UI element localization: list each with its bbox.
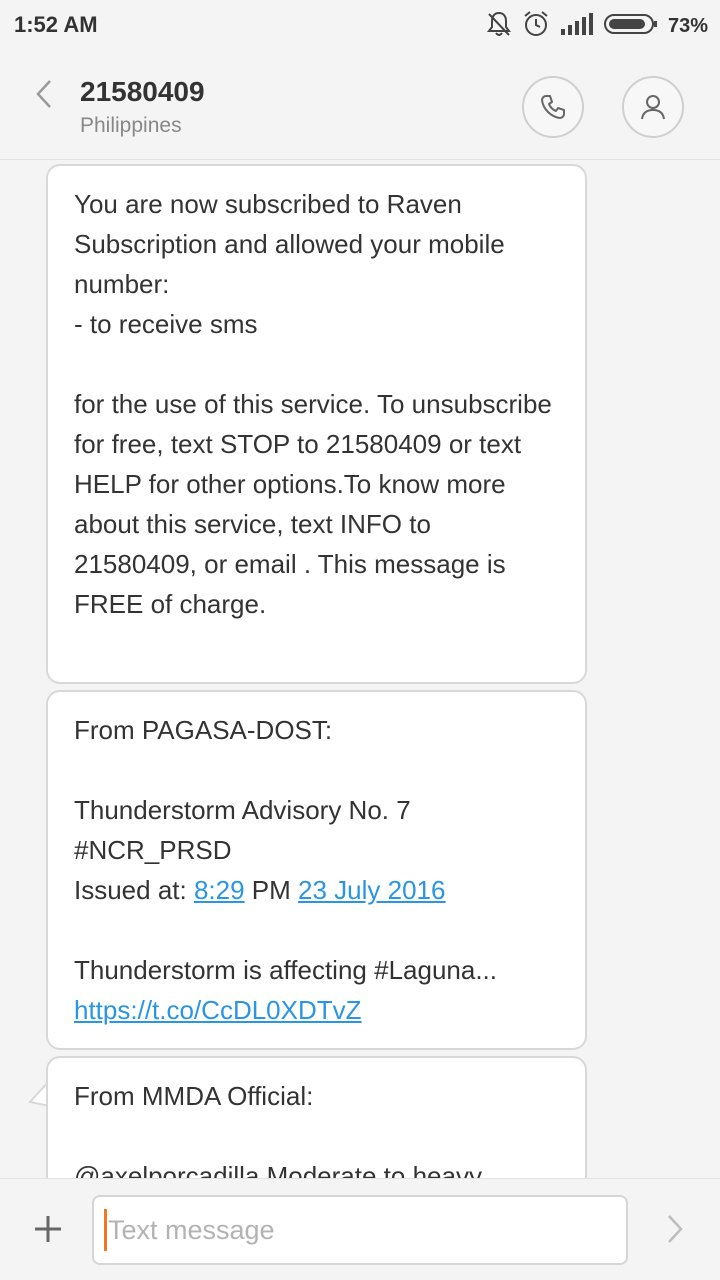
message-line: Thunderstorm Advisory No. 7 [74, 795, 411, 825]
issued-prefix: Issued at: [74, 875, 194, 905]
message-line: #NCR_PRSD [74, 835, 232, 865]
text-cursor [104, 1209, 107, 1251]
battery-icon [603, 12, 658, 41]
contact-profile-button[interactable] [622, 76, 684, 138]
bell-off-icon [486, 10, 512, 43]
add-attachment-button[interactable] [28, 1209, 68, 1249]
message-bubble[interactable]: You are now subscribed to Raven Subscrip… [46, 164, 587, 684]
url-link[interactable]: https://t.co/CcDL0XDTvZ [74, 995, 362, 1025]
issued-mid: PM [244, 875, 299, 905]
date-link[interactable]: 23 July 2016 [298, 875, 445, 905]
composer-bar [0, 1178, 720, 1280]
status-icons: 73% [486, 10, 708, 42]
alarm-icon [522, 10, 550, 43]
phone-icon [541, 95, 565, 119]
conversation-header: 21580409 Philippines [0, 52, 720, 160]
person-icon [641, 95, 665, 120]
message-line: Thunderstorm is affecting #Laguna... [74, 955, 497, 985]
message-text: You are now subscribed to Raven Subscrip… [74, 189, 552, 619]
signal-icon [560, 12, 594, 41]
message-bubble[interactable]: From MMDA Official: @axelporcadilla Mode… [46, 1056, 587, 1178]
time-link[interactable]: 8:29 [194, 875, 245, 905]
back-button[interactable] [26, 74, 62, 114]
status-time: 1:52 AM [14, 12, 98, 37]
message-input[interactable] [92, 1195, 628, 1265]
message-line: From MMDA Official: [74, 1081, 314, 1111]
send-button[interactable] [660, 1207, 690, 1251]
message-bubble[interactable]: From PAGASA-DOST: Thunderstorm Advisory … [46, 690, 587, 1050]
status-bar: 1:52 AM 73% [0, 0, 720, 52]
message-line: From PAGASA-DOST: [74, 715, 333, 745]
message-list[interactable]: You are now subscribed to Raven Subscrip… [0, 160, 720, 1178]
contact-number: 21580409 [80, 76, 205, 107]
chevron-left-icon [36, 80, 51, 108]
chevron-right-icon [668, 1215, 683, 1243]
issued-line: Issued at: 8:29 PM 23 July 2016 [74, 870, 561, 910]
plus-icon [35, 1216, 61, 1242]
call-button[interactable] [522, 76, 584, 138]
message-line: @axelporcadilla Moderate to heavy [74, 1161, 482, 1178]
battery-percent: 73% [667, 14, 708, 37]
contact-location: Philippines [80, 114, 182, 137]
